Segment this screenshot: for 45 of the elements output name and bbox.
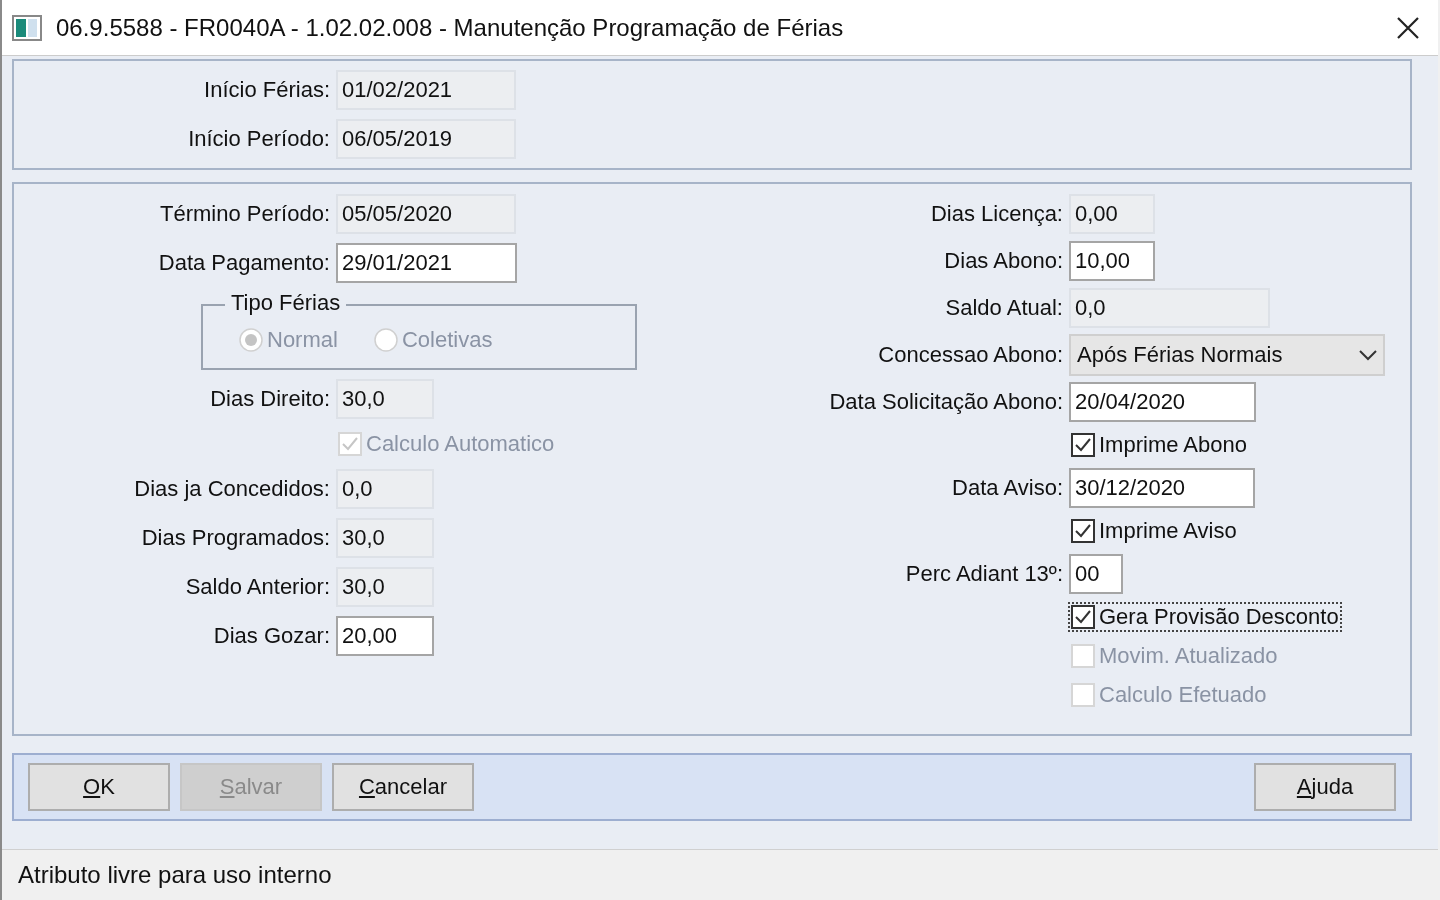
- input-field[interactable]: 20/04/2020: [1069, 382, 1256, 422]
- field-label: Data Aviso:: [951, 475, 1064, 501]
- input-field[interactable]: 30/12/2020: [1069, 468, 1255, 508]
- input-field[interactable]: 30,0: [336, 379, 434, 419]
- dropdown[interactable]: Após Férias Normais: [1069, 334, 1385, 376]
- checkbox[interactable]: Gera Provisão Desconto: [1069, 603, 1341, 631]
- dialog-button[interactable]: Ajuda: [1254, 763, 1396, 811]
- field-label: Saldo Atual:: [944, 295, 1064, 321]
- input-field[interactable]: 06/05/2019: [336, 119, 516, 159]
- app-icon: [12, 14, 42, 41]
- field-label: Concessao Abono:: [877, 342, 1064, 368]
- input-field[interactable]: 30,0: [336, 518, 434, 558]
- input-field[interactable]: 29/01/2021: [336, 243, 517, 283]
- field-label: Dias ja Concedidos:: [133, 476, 331, 502]
- field-label: Dias Programados:: [140, 525, 331, 551]
- field-label: Dias Licença:: [929, 201, 1064, 227]
- field-label: Início Férias:: [203, 77, 331, 103]
- input-field[interactable]: 30,0: [336, 567, 434, 607]
- field-label: Data Solicitação Abono:: [828, 389, 1064, 415]
- input-field[interactable]: 10,00: [1069, 241, 1155, 281]
- checkbox[interactable]: Imprime Abono: [1069, 431, 1249, 459]
- input-field[interactable]: 0,0: [336, 469, 434, 509]
- field-label: Dias Gozar:: [212, 623, 331, 649]
- field-label: Saldo Anterior:: [184, 574, 331, 600]
- status-bar: Atributo livre para uso interno: [2, 849, 1438, 900]
- dialog-button[interactable]: Cancelar: [332, 763, 474, 811]
- field-label: Término Período:: [159, 201, 331, 227]
- dialog-button[interactable]: OK: [28, 763, 170, 811]
- chevron-down-icon: [1359, 349, 1377, 361]
- field-label: Dias Direito:: [209, 386, 331, 412]
- input-field[interactable]: 0,0: [1069, 288, 1270, 328]
- input-field[interactable]: 00: [1069, 554, 1123, 594]
- radio-circle-icon: [239, 328, 263, 352]
- input-field[interactable]: 01/02/2021: [336, 70, 516, 110]
- radio-circle-icon: [373, 328, 398, 352]
- checkbox[interactable]: Imprime Aviso: [1069, 517, 1239, 545]
- field-label: Data Pagamento:: [157, 250, 331, 276]
- input-field[interactable]: 20,00: [336, 616, 434, 656]
- window-title: 06.9.5588 - FR0040A - 1.02.02.008 - Manutenção Programação de Férias: [56, 13, 845, 42]
- field-label: Início Período:: [187, 126, 331, 152]
- input-field[interactable]: 05/05/2020: [336, 194, 516, 234]
- field-label: Perc Adiant 13º:: [904, 561, 1064, 587]
- field-label: Dias Abono:: [943, 248, 1064, 274]
- input-field[interactable]: 0,00: [1069, 194, 1155, 234]
- close-icon[interactable]: [1396, 15, 1420, 40]
